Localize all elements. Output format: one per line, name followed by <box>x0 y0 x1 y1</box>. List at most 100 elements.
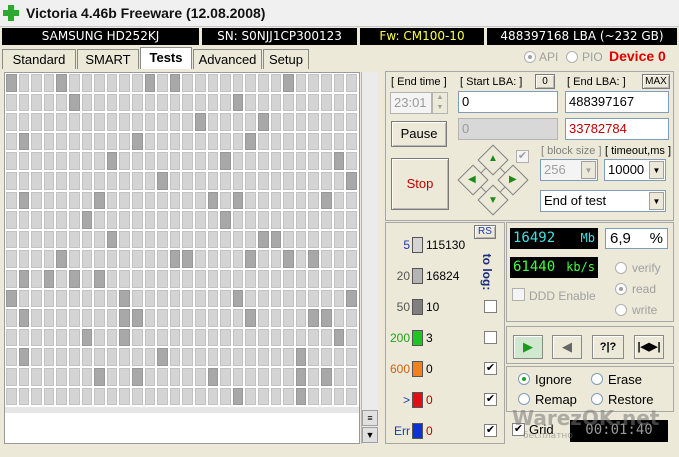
end-action-select[interactable]: End of test ▼ <box>540 190 666 212</box>
scan-block <box>295 74 307 92</box>
end-time-label: [ End time ] <box>391 76 447 88</box>
block-size-label: [ block size ] <box>541 145 602 157</box>
scan-block <box>69 74 80 92</box>
scan-block <box>31 368 42 386</box>
scan-block <box>144 113 156 131</box>
scan-block <box>308 152 319 170</box>
scan-block <box>106 132 118 151</box>
scan-block <box>144 289 156 308</box>
scan-block <box>169 328 181 347</box>
end-time-input[interactable]: 23:01 <box>390 92 432 114</box>
log-checkbox[interactable] <box>484 300 497 313</box>
scan-block <box>43 93 55 112</box>
rewind-button[interactable]: ◀ <box>552 335 582 359</box>
scan-block <box>232 270 244 288</box>
start-lba-reset-button[interactable]: 0 <box>535 74 555 89</box>
scan-block <box>207 191 219 210</box>
end-lba-input[interactable]: 488397167 <box>565 91 669 113</box>
log-checkbox[interactable]: ✔ <box>484 424 497 437</box>
tab-setup[interactable]: Setup <box>263 49 309 69</box>
stop-button[interactable]: Stop <box>391 158 449 210</box>
scan-block <box>232 309 244 327</box>
timeout-select[interactable]: 10000 ▼ <box>604 159 666 181</box>
scan-block <box>43 328 55 347</box>
scan-block <box>308 250 319 268</box>
scan-block <box>132 211 143 229</box>
log-checkbox[interactable]: ✔ <box>484 362 497 375</box>
end-lba-max-button[interactable]: MAX <box>642 74 670 89</box>
legend-swatch <box>412 361 423 377</box>
pause-button[interactable]: Pause <box>391 121 447 147</box>
scan-block <box>346 309 357 327</box>
scan-block <box>245 211 256 229</box>
scan-block <box>69 387 80 406</box>
scan-block <box>182 368 193 386</box>
scan-block <box>106 211 118 229</box>
start-lba-input[interactable]: 0 <box>458 91 558 113</box>
scan-block <box>106 348 118 366</box>
erase-radio[interactable] <box>591 373 603 385</box>
scan-block <box>157 74 168 92</box>
restore-radio[interactable] <box>591 393 603 405</box>
scan-block <box>308 191 319 210</box>
scan-block <box>31 211 42 229</box>
scan-block <box>321 93 332 112</box>
scan-block <box>18 93 30 112</box>
window-title: Victoria 4.46b Freeware (12.08.2008) <box>26 5 266 21</box>
scan-block <box>283 152 294 170</box>
write-radio[interactable] <box>615 304 627 316</box>
scan-block <box>220 368 231 386</box>
tab-tests[interactable]: Tests <box>140 47 192 69</box>
log-checkbox[interactable] <box>484 331 497 344</box>
lock-checkbox[interactable]: ✔ <box>516 150 529 163</box>
scan-block <box>169 132 181 151</box>
remap-radio[interactable] <box>518 393 530 405</box>
scan-block <box>295 368 307 386</box>
scan-block <box>144 387 156 406</box>
scan-block <box>346 270 357 288</box>
api-radio[interactable] <box>524 51 536 63</box>
legend-swatch <box>412 237 423 253</box>
tab-standard[interactable]: Standard <box>2 49 76 69</box>
rs-button[interactable]: RS <box>474 225 496 239</box>
scan-block <box>333 211 345 229</box>
end-button[interactable]: |◀▶| <box>634 335 664 359</box>
scan-block <box>245 230 256 249</box>
scan-block <box>144 328 156 347</box>
legend-count: 0 <box>426 393 433 407</box>
tab-advanced[interactable]: Advanced <box>193 49 262 69</box>
ddd-enable-checkbox[interactable] <box>512 288 525 301</box>
scroll-down-icon[interactable]: ▼ <box>362 427 378 443</box>
scan-block <box>43 250 55 268</box>
end-time-spinner-icon[interactable]: ▲ ▼ <box>432 92 448 114</box>
scroll-thumb[interactable]: ≡ <box>362 410 378 426</box>
block-size-select[interactable]: 256 ▼ <box>540 159 598 181</box>
scan-block <box>106 172 118 190</box>
breakpoint-button[interactable]: ?|? <box>592 335 624 359</box>
verify-radio[interactable] <box>615 262 627 274</box>
scan-block <box>295 191 307 210</box>
log-checkbox[interactable]: ✔ <box>484 393 497 406</box>
pio-radio[interactable] <box>566 51 578 63</box>
scan-block <box>81 250 93 268</box>
scan-block <box>220 152 231 170</box>
scan-block <box>169 348 181 366</box>
scan-block <box>81 74 93 92</box>
scan-block <box>182 152 193 170</box>
scan-block <box>270 93 282 112</box>
scan-block <box>6 211 17 229</box>
scan-block <box>119 309 130 327</box>
legend-count: 16824 <box>426 269 460 283</box>
scan-block <box>69 368 80 386</box>
scan-block <box>207 289 219 308</box>
legend-count: 0 <box>426 362 433 376</box>
scan-block <box>119 368 130 386</box>
tab-smart[interactable]: SMART <box>77 49 139 69</box>
scan-block <box>69 250 80 268</box>
scan-block <box>31 289 42 308</box>
scan-block <box>106 74 118 92</box>
read-radio[interactable] <box>615 283 627 295</box>
ignore-radio[interactable] <box>518 373 530 385</box>
play-button[interactable]: ▶ <box>513 335 543 359</box>
grid-scrollbar[interactable]: ≡ ▼ <box>361 72 378 444</box>
